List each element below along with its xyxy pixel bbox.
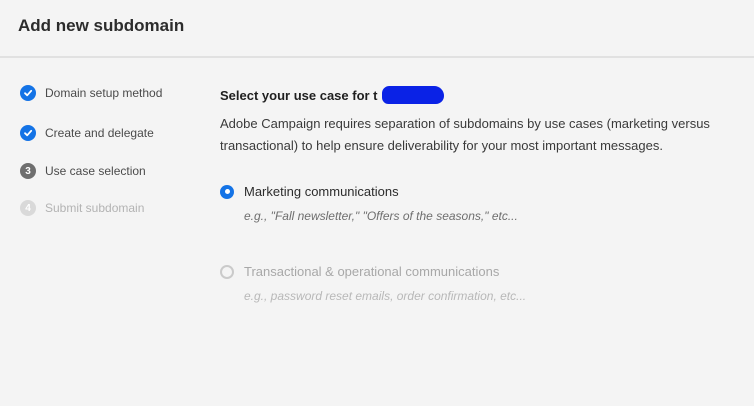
step-label: Domain setup method [45, 86, 163, 100]
marketing-radio-row[interactable]: Marketing communications [220, 184, 720, 199]
radio-unselected-icon [220, 264, 234, 279]
step-create-and-delegate[interactable]: Create and delegate [20, 124, 210, 142]
section-heading: Select your use case for t [220, 86, 730, 104]
step-use-case-selection[interactable]: 3 Use case selection [20, 162, 210, 180]
step-label: Create and delegate [45, 126, 154, 140]
option-example: e.g., password reset emails, order confi… [244, 289, 527, 303]
use-case-panel: Select your use case for t Adobe Campaig… [220, 86, 730, 303]
checkmark-icon [20, 85, 36, 101]
option-transactional: Transactional & operational communicatio… [220, 264, 720, 303]
checkmark-icon [20, 125, 36, 141]
transactional-radio-row: Transactional & operational communicatio… [220, 264, 720, 279]
step-number-badge: 4 [20, 200, 36, 216]
option-marketing: Marketing communications e.g., "Fall new… [220, 184, 720, 223]
dialog-header: Add new subdomain [0, 0, 754, 58]
redaction-mark [381, 86, 444, 104]
page-title: Add new subdomain [18, 16, 185, 35]
step-label: Use case selection [45, 164, 146, 178]
section-description: Adobe Campaign requires separation of su… [220, 116, 710, 153]
step-label: Submit subdomain [45, 201, 145, 215]
radio-selected-icon[interactable] [220, 184, 234, 199]
option-example: e.g., "Fall newsletter," "Offers of the … [244, 209, 518, 223]
section-heading-text: Select your use case for t [220, 87, 378, 103]
step-number-badge: 3 [20, 163, 36, 179]
option-label: Transactional & operational communicatio… [244, 264, 500, 279]
option-label[interactable]: Marketing communications [244, 184, 399, 199]
step-domain-setup-method[interactable]: Domain setup method [20, 84, 210, 102]
step-submit-subdomain: 4 Submit subdomain [20, 199, 210, 217]
